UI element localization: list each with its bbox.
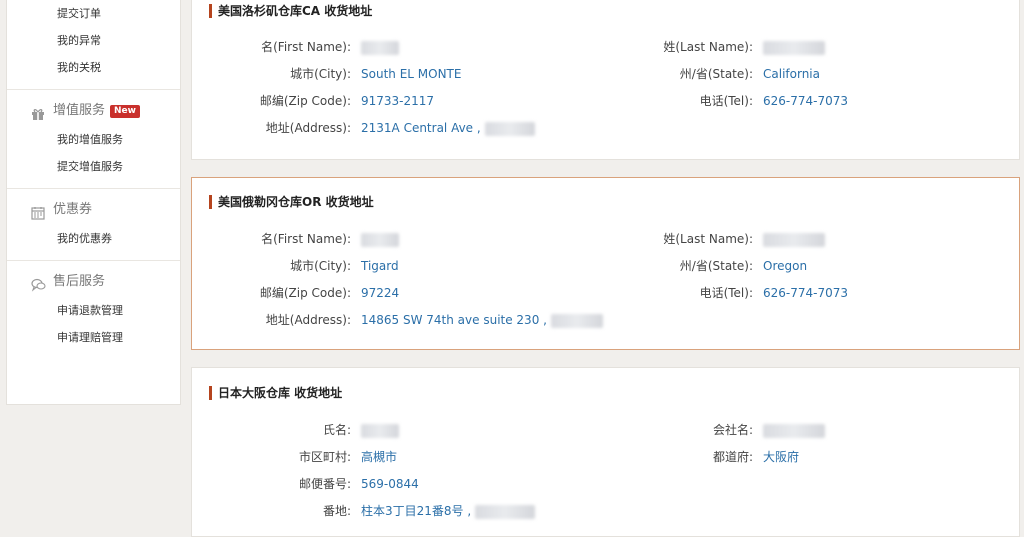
name-label: 氏名: <box>322 423 351 437</box>
zip-label: 邮编(Zip Code): <box>259 286 351 300</box>
state-label: 州/省(State): <box>679 259 753 273</box>
calendar-icon <box>31 202 47 220</box>
name-row: 氏名: 会社名: <box>192 422 1021 438</box>
postal-row: 邮便番号: 569-0844 <box>192 476 1021 492</box>
sidebar-item-my-exceptions[interactable]: 我的异常 <box>7 27 180 54</box>
sidebar-item-my-coupons[interactable]: 我的优惠券 <box>7 225 180 252</box>
company-label: 会社名: <box>712 423 753 437</box>
sidebar-item-my-value-added[interactable]: 我的增值服务 <box>7 126 180 153</box>
last-name-value[interactable] <box>763 39 825 55</box>
first-name-label: 名(First Name): <box>261 232 351 246</box>
panel-title: 美国洛杉矶仓库CA 收货地址 <box>209 4 372 18</box>
city-label: 城市(City): <box>290 67 351 81</box>
company-value[interactable] <box>763 422 825 438</box>
address-row: 地址(Address): 2131A Central Ave , <box>192 120 1021 136</box>
city-row: 城市(City): Tigard 州/省(State): Oregon <box>192 258 1021 274</box>
tel-value[interactable]: 626-774-7073 <box>763 93 848 109</box>
zip-value[interactable]: 91733-2117 <box>361 93 434 109</box>
sidebar-group-value-added: 增值服务 New 我的增值服务 提交增值服务 <box>7 90 180 189</box>
last-name-label: 姓(Last Name): <box>663 40 753 54</box>
first-name-row: 名(First Name): 姓(Last Name): <box>192 231 1021 247</box>
panel-title: 日本大阪仓库 收货地址 <box>209 386 342 400</box>
sidebar-heading-value-added: 增值服务 New <box>7 96 180 126</box>
sidebar-group-coupons: 优惠券 我的优惠券 <box>7 189 180 261</box>
warehouse-or-panel: 美国俄勒冈仓库OR 收货地址 名(First Name): 姓(Last Nam… <box>191 177 1020 350</box>
sidebar-item-my-tariffs[interactable]: 我的关税 <box>7 54 180 81</box>
new-badge: New <box>110 104 140 118</box>
city-label: 市区町村: <box>298 450 351 464</box>
postal-value[interactable]: 569-0844 <box>361 476 419 492</box>
sidebar-item-claim-management[interactable]: 申请理赔管理 <box>7 324 180 351</box>
gift-icon <box>31 103 47 120</box>
sidebar-heading-label: 增值服务 <box>53 103 106 118</box>
sidebar-heading-coupons: 优惠券 <box>7 195 180 225</box>
first-name-value[interactable] <box>361 39 399 55</box>
tel-value[interactable]: 626-774-7073 <box>763 285 848 301</box>
address-row: 番地: 柱本3丁目21番8号 , <box>192 503 1021 519</box>
sidebar-heading-label: 售后服务 <box>53 274 106 289</box>
city-row: 城市(City): South EL MONTE 州/省(State): Cal… <box>192 66 1021 82</box>
sidebar: 提交订单 我的异常 我的关税 增值服务 New 我的增值服务 提交增值服务 优惠… <box>6 0 181 405</box>
city-value[interactable]: South EL MONTE <box>361 66 461 82</box>
address-value[interactable]: 柱本3丁目21番8号 , <box>361 503 535 519</box>
first-name-row: 名(First Name): 姓(Last Name): <box>192 39 1021 55</box>
zip-row: 邮编(Zip Code): 97224 电话(Tel): 626-774-707… <box>192 285 1021 301</box>
address-label: 番地: <box>322 504 351 518</box>
zip-row: 邮编(Zip Code): 91733-2117 电话(Tel): 626-77… <box>192 93 1021 109</box>
address-value[interactable]: 2131A Central Ave , <box>361 120 535 136</box>
address-row: 地址(Address): 14865 SW 74th ave suite 230… <box>192 312 1021 328</box>
address-label: 地址(Address): <box>265 121 351 135</box>
city-value[interactable]: Tigard <box>361 258 399 274</box>
prefecture-value[interactable]: 大阪府 <box>763 449 799 465</box>
sidebar-item-submit-value-added[interactable]: 提交增值服务 <box>7 153 180 180</box>
prefecture-label: 都道府: <box>712 450 753 464</box>
sidebar-group-orders: 提交订单 我的异常 我的关税 <box>7 0 180 90</box>
city-row: 市区町村: 高槻市 都道府: 大阪府 <box>192 449 1021 465</box>
sidebar-heading-label: 优惠券 <box>53 202 93 217</box>
zip-value[interactable]: 97224 <box>361 285 399 301</box>
sidebar-heading-after-sales: 售后服务 <box>7 267 180 297</box>
city-value[interactable]: 高槻市 <box>361 449 397 465</box>
warehouse-jp-panel: 日本大阪仓库 收货地址 氏名: 会社名: 市区町村: 高槻市 都道府: 大阪府 … <box>191 367 1020 537</box>
zip-label: 邮编(Zip Code): <box>259 94 351 108</box>
address-value[interactable]: 14865 SW 74th ave suite 230 , <box>361 312 603 328</box>
chat-bubble-icon <box>31 274 47 292</box>
sidebar-item-refund-management[interactable]: 申请退款管理 <box>7 297 180 324</box>
last-name-label: 姓(Last Name): <box>663 232 753 246</box>
first-name-label: 名(First Name): <box>261 40 351 54</box>
last-name-value[interactable] <box>763 231 825 247</box>
tel-label: 电话(Tel): <box>699 94 753 108</box>
state-value[interactable]: California <box>763 66 820 82</box>
address-label: 地址(Address): <box>265 313 351 327</box>
name-value[interactable] <box>361 422 399 438</box>
first-name-value[interactable] <box>361 231 399 247</box>
state-value[interactable]: Oregon <box>763 258 807 274</box>
panel-title: 美国俄勒冈仓库OR 收货地址 <box>209 195 374 209</box>
postal-label: 邮便番号: <box>298 477 351 491</box>
city-label: 城市(City): <box>290 259 351 273</box>
warehouse-ca-panel: 美国洛杉矶仓库CA 收货地址 名(First Name): 姓(Last Nam… <box>191 0 1020 160</box>
sidebar-group-after-sales: 售后服务 申请退款管理 申请理赔管理 <box>7 261 180 359</box>
state-label: 州/省(State): <box>679 67 753 81</box>
sidebar-item-submit-order[interactable]: 提交订单 <box>7 0 180 27</box>
tel-label: 电话(Tel): <box>699 286 753 300</box>
